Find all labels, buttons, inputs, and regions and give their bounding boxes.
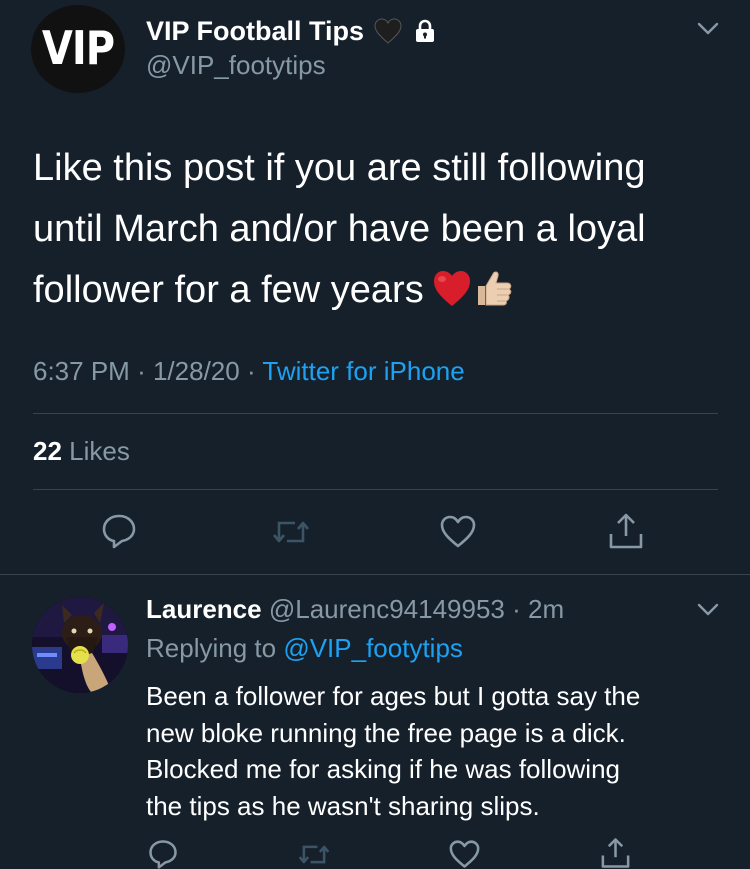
replying-prefix: Replying to bbox=[146, 633, 277, 663]
tweet-text-line: until March and/or have been a loyal bbox=[33, 208, 646, 250]
tweet-meta: 6:37 PM · 1/28/20 · Twitter for iPhone bbox=[33, 356, 465, 387]
reply-like-button[interactable] bbox=[449, 840, 480, 869]
author-name-row[interactable]: VIP Football Tips bbox=[146, 14, 436, 48]
like-icon bbox=[440, 515, 476, 548]
like-button[interactable] bbox=[440, 515, 476, 549]
tweet-text: Like this post if you are still followin… bbox=[33, 138, 723, 321]
reply-avatar[interactable] bbox=[32, 597, 128, 693]
meta-separator: · bbox=[137, 356, 146, 386]
lock-icon bbox=[416, 19, 435, 42]
vip-avatar[interactable]: VIP bbox=[31, 5, 125, 93]
red-heart-emoji-icon bbox=[433, 271, 470, 306]
tweet-source-link[interactable]: Twitter for iPhone bbox=[262, 356, 464, 386]
section-divider bbox=[0, 574, 750, 575]
likes-label: Likes bbox=[69, 436, 130, 466]
likes-count: 22 bbox=[33, 436, 62, 466]
tweet-text-line-last: follower for a few years bbox=[33, 260, 723, 321]
reply-retweet-button[interactable] bbox=[297, 841, 331, 868]
author-display-name[interactable]: VIP Football Tips bbox=[146, 16, 364, 47]
tweet-date: 1/28/20 bbox=[152, 356, 240, 386]
reply-button[interactable] bbox=[101, 513, 137, 549]
tweet-time: 6:37 PM bbox=[33, 356, 130, 386]
reply-age: 2m bbox=[528, 594, 565, 624]
reply-chevron-down-icon[interactable] bbox=[697, 603, 719, 617]
avatar-logo-text: VIP bbox=[41, 22, 115, 76]
reply-share-button[interactable] bbox=[600, 837, 631, 869]
reply-text-line: Blocked me for asking if he was followin… bbox=[146, 754, 621, 784]
reply-text-line: new bloke running the free page is a dic… bbox=[146, 717, 626, 748]
dog-photo-avatar bbox=[32, 597, 128, 693]
share-icon bbox=[609, 513, 643, 549]
meta-separator: · bbox=[246, 356, 256, 386]
reply-header: Laurence @Laurenc94149953 · 2m bbox=[146, 594, 564, 625]
reply-display-name[interactable]: Laurence bbox=[146, 594, 262, 624]
reply-handle[interactable]: @Laurenc94149953 bbox=[269, 594, 505, 624]
thumbs-up-emoji-icon bbox=[477, 271, 512, 306]
like-icon bbox=[449, 840, 480, 868]
author-handle[interactable]: @VIP_footytips bbox=[146, 50, 326, 81]
divider bbox=[33, 489, 718, 490]
reply-icon bbox=[102, 514, 136, 549]
likes-stat[interactable]: 22 Likes bbox=[33, 436, 130, 467]
retweet-icon bbox=[298, 845, 330, 864]
reply-icon bbox=[149, 840, 177, 869]
reply-text: Been a follower for ages but I gotta say… bbox=[146, 678, 716, 824]
share-icon bbox=[601, 838, 630, 868]
reply-text-line: the tips as he wasn't sharing slips. bbox=[146, 790, 540, 821]
tweet-text-line: Like this post if you are still followin… bbox=[33, 147, 646, 189]
tweet-text-line: follower for a few years bbox=[33, 269, 424, 311]
chevron-down-icon[interactable] bbox=[697, 22, 719, 36]
replying-to-mention[interactable]: @VIP_footytips bbox=[283, 633, 463, 663]
retweet-icon bbox=[273, 521, 309, 543]
divider bbox=[33, 413, 718, 414]
reply-text-line: Been a follower for ages but I gotta say… bbox=[146, 681, 641, 711]
meta-separator: · bbox=[512, 594, 521, 624]
black-heart-emoji-icon bbox=[374, 18, 402, 44]
share-button[interactable] bbox=[608, 512, 644, 550]
replying-to-line: Replying to @VIP_footytips bbox=[146, 633, 463, 664]
retweet-button[interactable] bbox=[271, 516, 311, 548]
reply-reply-button[interactable] bbox=[148, 839, 178, 869]
